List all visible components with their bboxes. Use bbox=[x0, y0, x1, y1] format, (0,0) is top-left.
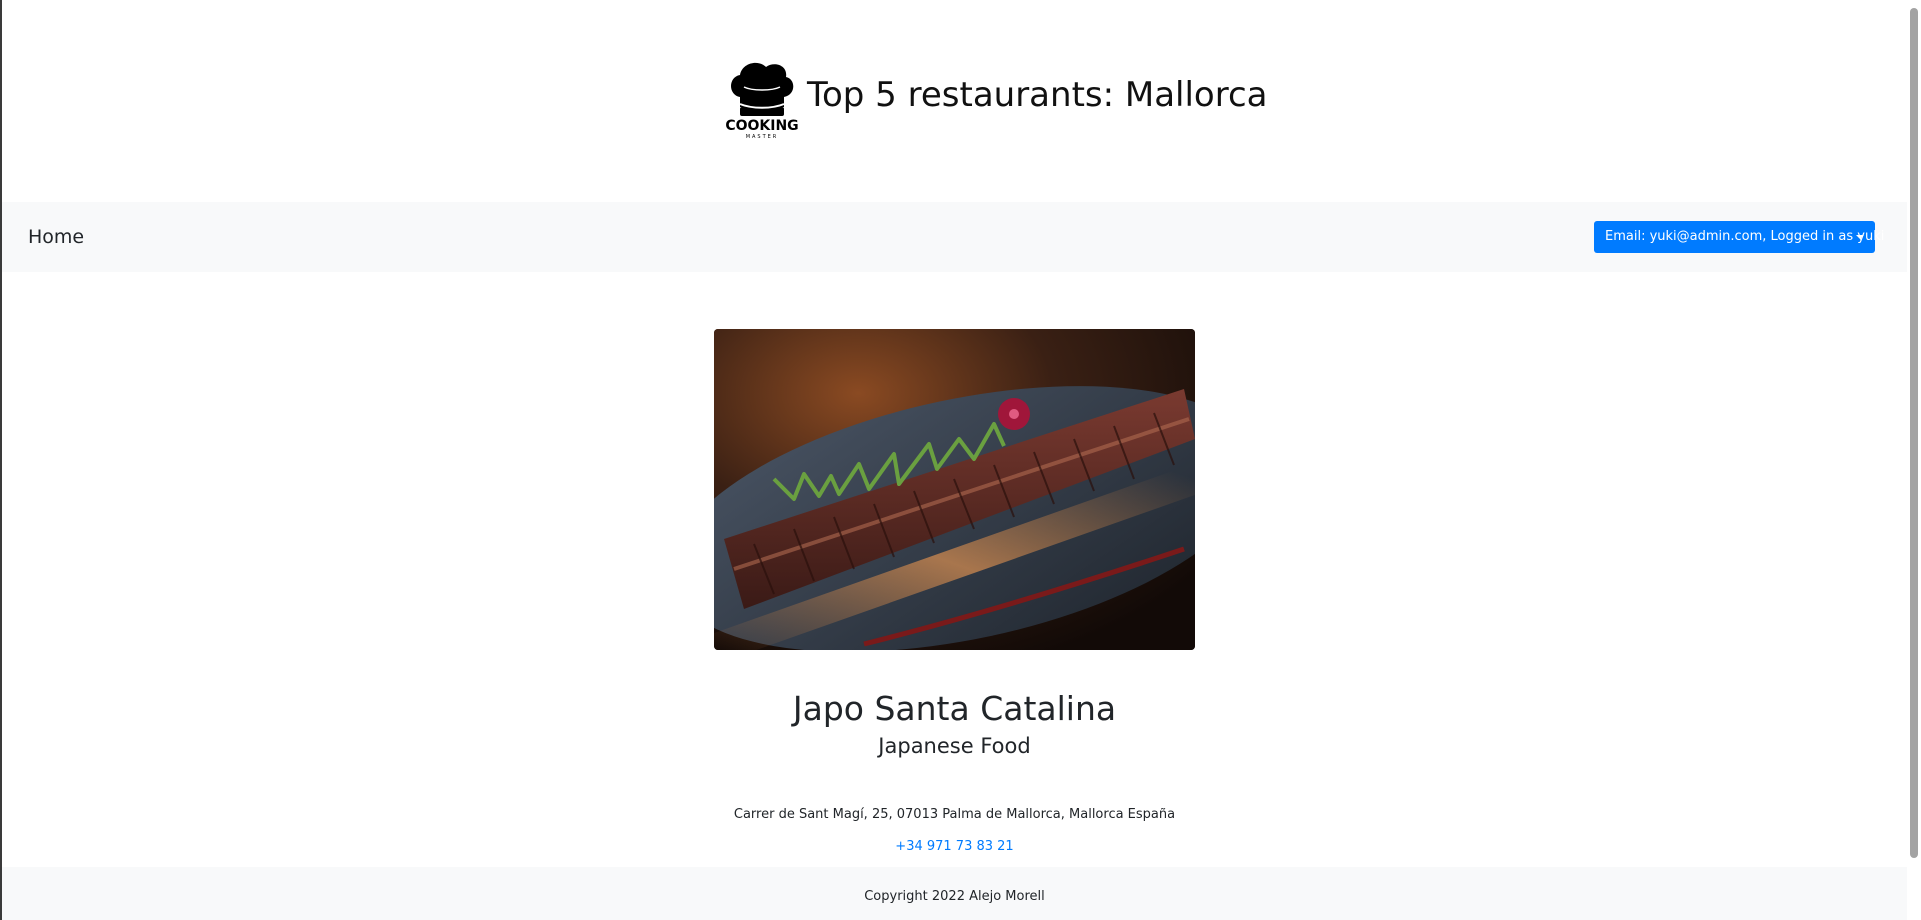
vertical-scrollbar[interactable] bbox=[1907, 0, 1921, 920]
copyright-text: Copyright 2022 Alejo Morell bbox=[864, 889, 1045, 904]
restaurant-cuisine: Japanese Food bbox=[878, 734, 1031, 758]
nav-home-link[interactable]: Home bbox=[28, 224, 84, 250]
restaurant-photo bbox=[714, 329, 1195, 650]
chef-hat-icon: COOKING MASTER bbox=[725, 62, 799, 140]
svg-text:MASTER: MASTER bbox=[746, 134, 779, 139]
restaurant-phone: +34 971 73 83 21 bbox=[2, 837, 1907, 857]
restaurant-address: Carrer de Sant Magí, 25, 07013 Palma de … bbox=[733, 807, 1176, 822]
navbar: Home Email: yuki@admin.com, Logged in as… bbox=[2, 202, 1907, 272]
caret-down-icon bbox=[1856, 235, 1864, 239]
scrollbar-thumb[interactable] bbox=[1910, 8, 1918, 858]
user-account-dropdown[interactable]: Email: yuki@admin.com, Logged in as yuki bbox=[1594, 221, 1884, 253]
phone-link[interactable]: +34 971 73 83 21 bbox=[895, 839, 1013, 854]
restaurant-name: Japo Santa Catalina bbox=[792, 689, 1117, 728]
svg-text:COOKING: COOKING bbox=[725, 118, 798, 134]
cooking-master-logo: COOKING MASTER bbox=[722, 57, 802, 140]
sushi-roll-photo bbox=[714, 329, 1195, 650]
user-dropdown-label: Email: yuki@admin.com, Logged in as yuki bbox=[1605, 229, 1885, 244]
page-title: Top 5 restaurants: Mallorca bbox=[807, 75, 1268, 115]
page: COOKING MASTER Top 5 restaurants: Mallor… bbox=[0, 0, 1921, 920]
site-header: COOKING MASTER Top 5 restaurants: Mallor… bbox=[2, 0, 1907, 200]
site-footer: Copyright 2022 Alejo Morell bbox=[2, 867, 1907, 920]
